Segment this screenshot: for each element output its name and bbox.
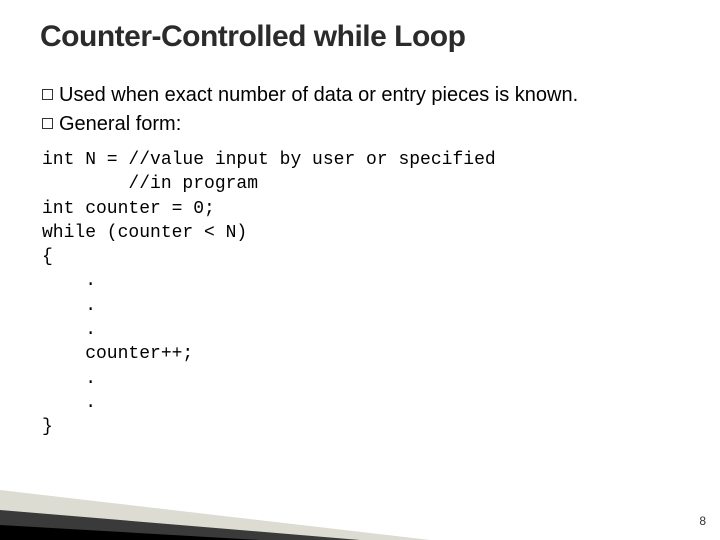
- bullet-2-rest: form:: [130, 113, 181, 135]
- code-block: int N = //value input by user or specifi…: [40, 148, 680, 440]
- corner-decoration-icon: [0, 430, 720, 540]
- bullet-box-icon: [42, 89, 53, 100]
- bullet-1-rest: when exact number of data or entry piece…: [106, 84, 578, 106]
- page-number: 8: [699, 514, 706, 528]
- bullet-2-lead: General: [59, 113, 130, 135]
- bullet-box-icon: [42, 118, 53, 129]
- bullet-item-1: Used when exact number of data or entry …: [42, 82, 680, 109]
- bullet-list: Used when exact number of data or entry …: [40, 82, 680, 138]
- slide-title: Counter-Controlled while Loop: [40, 20, 680, 54]
- bullet-item-2: General form:: [42, 111, 680, 138]
- slide: Counter-Controlled while Loop Used when …: [0, 0, 720, 540]
- bullet-1-lead: Used: [59, 84, 106, 106]
